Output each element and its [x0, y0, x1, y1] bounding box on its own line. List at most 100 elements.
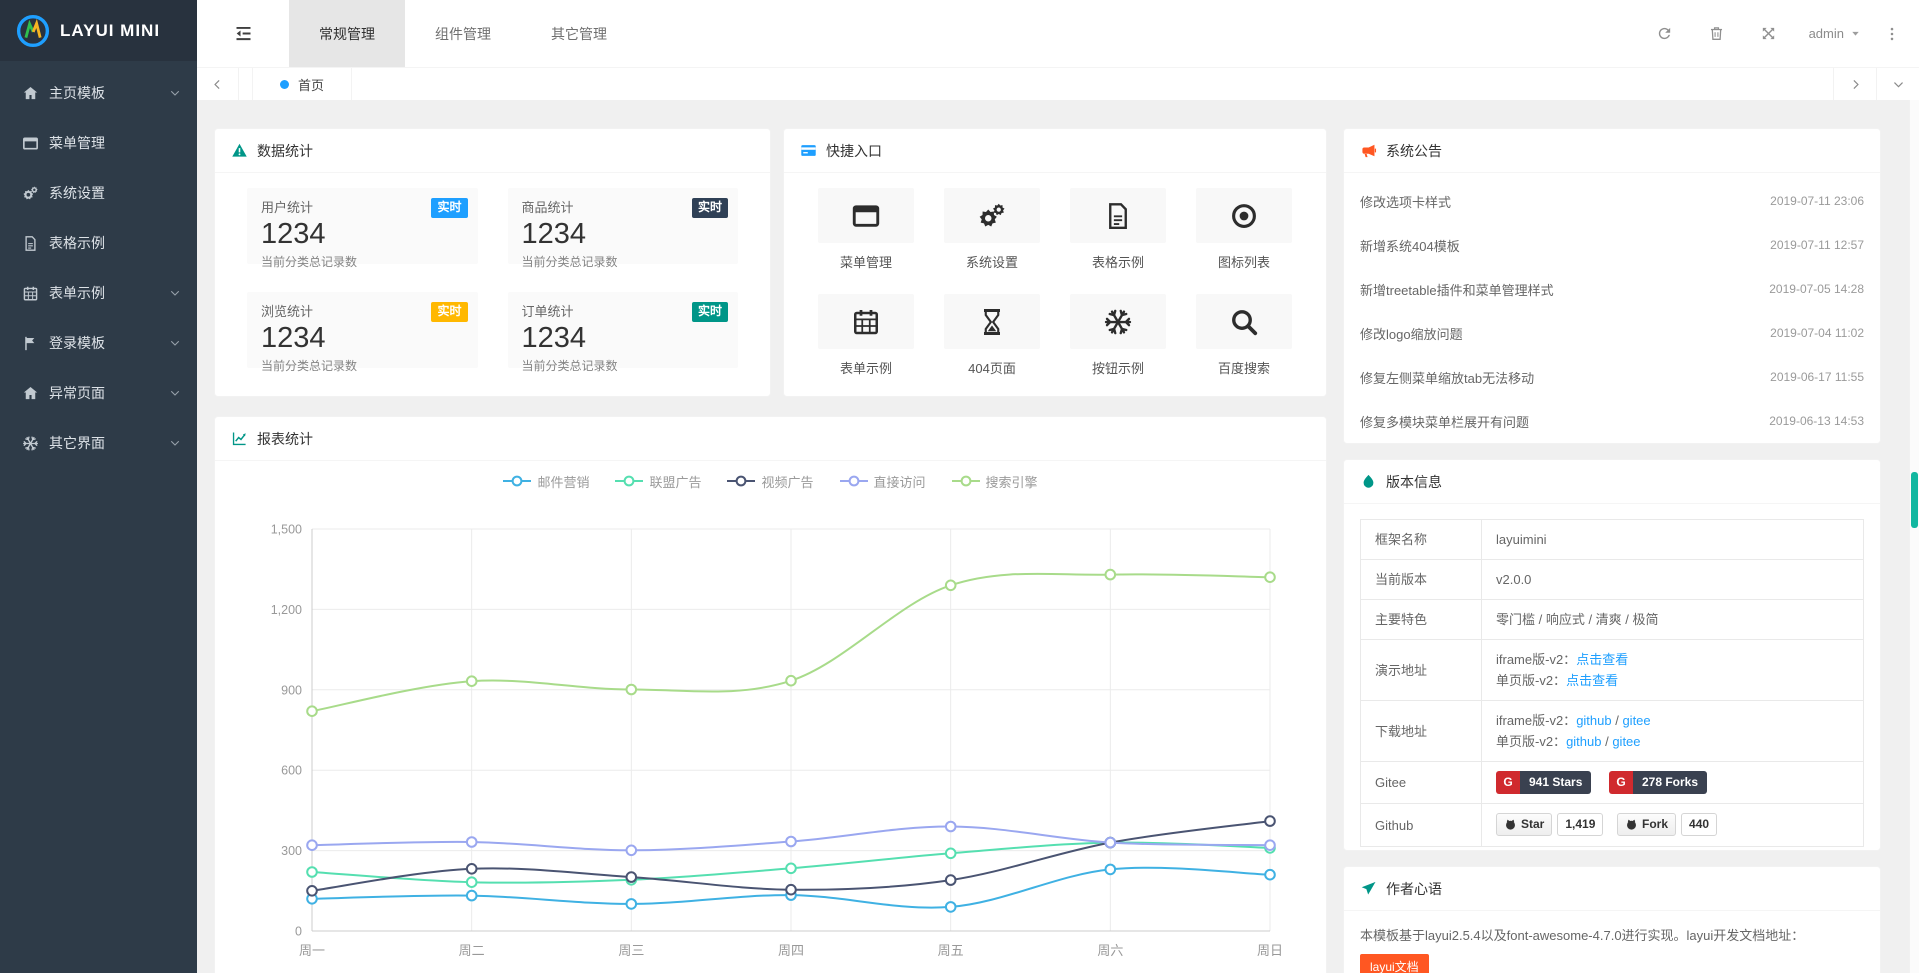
- svg-text:周六: 周六: [1097, 943, 1123, 958]
- tab-scroll-left-button[interactable]: [197, 68, 239, 100]
- quick-entry-form-demo[interactable]: 表单示例: [818, 294, 914, 377]
- legend-item[interactable]: 直接访问: [840, 472, 926, 491]
- stat-value: 1234: [261, 321, 464, 356]
- quick-entry-tile: [944, 188, 1040, 243]
- gears-icon: [22, 185, 39, 202]
- card-title: 快捷入口: [826, 141, 882, 161]
- dl-spa-github-link[interactable]: github: [1566, 734, 1601, 749]
- notice-title: 新增系统404模板: [1360, 236, 1460, 255]
- quick-entry-table-demo[interactable]: 表格示例: [1070, 188, 1166, 271]
- sidebar-item-menu-manage[interactable]: 菜单管理: [0, 118, 197, 168]
- sidebar-item-login-template[interactable]: 登录模板: [0, 318, 197, 368]
- quick-entry-tile: [1196, 294, 1292, 349]
- notice-item[interactable]: 新增系统404模板2019-07-11 12:57: [1360, 223, 1864, 267]
- top-tab-general[interactable]: 常规管理: [289, 0, 405, 67]
- download-links: iframe版-v2：github / gitee 单页版-v2：github …: [1482, 701, 1864, 762]
- legend-item[interactable]: 联盟广告: [615, 472, 701, 491]
- sidebar-item-error-page[interactable]: 异常页面: [0, 368, 197, 418]
- quick-entry-button-demo[interactable]: 按钮示例: [1070, 294, 1166, 377]
- dl-line1-prefix: iframe版-v2：: [1496, 713, 1576, 728]
- user-menu[interactable]: admin: [1795, 26, 1875, 41]
- logo[interactable]: LAYUI MINI: [0, 0, 197, 61]
- legend-item[interactable]: 邮件营销: [503, 472, 589, 491]
- demo-line1-prefix: iframe版-v2：: [1496, 652, 1576, 667]
- sidebar-item-home-template[interactable]: 主页模板: [0, 68, 197, 118]
- quick-entry-icon-list[interactable]: 图标列表: [1196, 188, 1292, 271]
- gitee-stars-badge[interactable]: G941 Stars: [1496, 771, 1591, 794]
- calendar-icon: [22, 285, 39, 302]
- notice-title: 修改logo缩放问题: [1360, 324, 1463, 343]
- legend-item[interactable]: 搜索引擎: [952, 472, 1038, 491]
- trash-button[interactable]: [1691, 25, 1743, 42]
- notice-date: 2019-06-13 14:53: [1769, 414, 1864, 428]
- card-header: 作者心语: [1344, 867, 1880, 911]
- quick-entry-menu-manage[interactable]: 菜单管理: [818, 188, 914, 271]
- sidebar-item-other-ui[interactable]: 其它界面: [0, 418, 197, 468]
- sidebar-toggle-button[interactable]: [197, 0, 289, 67]
- dl-spa-gitee-link[interactable]: gitee: [1612, 734, 1640, 749]
- row-label: Gitee: [1361, 762, 1482, 804]
- tab-home[interactable]: 首页: [252, 68, 352, 100]
- sidebar-item-table-demo[interactable]: 表格示例: [0, 218, 197, 268]
- quick-entry-system-setting[interactable]: 系统设置: [944, 188, 1040, 271]
- gitee-forks-badge[interactable]: G278 Forks: [1609, 771, 1707, 794]
- search-icon: [1229, 307, 1259, 337]
- page-tabbar: 首页: [197, 68, 1919, 101]
- notice-title: 修复左侧菜单缩放tab无法移动: [1360, 368, 1534, 387]
- quick-entry-baidu-search[interactable]: 百度搜索: [1196, 294, 1292, 377]
- top-tab-other[interactable]: 其它管理: [521, 0, 637, 67]
- tab-scroll-right-button[interactable]: [1833, 68, 1876, 100]
- tab-operations-dropdown[interactable]: [1876, 68, 1919, 100]
- top-tab-component[interactable]: 组件管理: [405, 0, 521, 67]
- stat-box-goods: 商品统计1234当前分类总记录数实时: [508, 188, 739, 264]
- quick-entry-label: 百度搜索: [1196, 358, 1292, 377]
- leaf-icon: [1360, 473, 1377, 490]
- dl-iframe-github-link[interactable]: github: [1576, 713, 1611, 728]
- report-chart: 周一周二周三周四周五周六周日03006009001,2001,500: [230, 496, 1311, 973]
- github-fork-widget[interactable]: Fork 440: [1617, 813, 1717, 836]
- legend-label: 搜索引擎: [986, 472, 1038, 491]
- more-actions-button[interactable]: [1875, 26, 1909, 42]
- stat-value: 1234: [261, 217, 464, 252]
- demo-spa-link[interactable]: 点击查看: [1566, 673, 1618, 688]
- sidebar-item-system-setting[interactable]: 系统设置: [0, 168, 197, 218]
- legend-item[interactable]: 视频广告: [727, 472, 813, 491]
- refresh-button[interactable]: [1639, 25, 1691, 42]
- chevron-down-icon: [169, 387, 181, 399]
- quick-entry-tile: [1070, 294, 1166, 349]
- flag-icon: [22, 335, 39, 352]
- demo-iframe-link[interactable]: 点击查看: [1576, 652, 1628, 667]
- chevron-right-icon: [1849, 78, 1862, 91]
- card-quick-entry: 快捷入口 菜单管理系统设置表格示例图标列表表单示例 404页面按钮示例百度搜索: [783, 128, 1327, 397]
- stat-desc: 当前分类总记录数: [261, 253, 464, 270]
- main-content: 数据统计 用户统计1234当前分类总记录数实时商品统计1234当前分类总记录数实…: [197, 100, 1919, 973]
- notice-item[interactable]: 修复多模块菜单栏展开有问题2019-06-13 14:53: [1360, 399, 1864, 443]
- notice-item[interactable]: 新增treetable插件和菜单管理样式2019-07-05 14:28: [1360, 267, 1864, 311]
- stat-box-order: 订单统计1234当前分类总记录数实时: [508, 292, 739, 368]
- expand-button[interactable]: [1743, 25, 1795, 42]
- layui-doc-button[interactable]: layui文档: [1360, 954, 1429, 973]
- sidebar: LAYUI MINI 主页模板菜单管理系统设置表格示例表单示例登录模板异常页面其…: [0, 0, 197, 973]
- scrollbar-thumb[interactable]: [1911, 472, 1918, 528]
- realtime-badge: 实时: [692, 302, 728, 322]
- notice-item[interactable]: 修改logo缩放问题2019-07-04 11:02: [1360, 311, 1864, 355]
- sidebar-item-form-demo[interactable]: 表单示例: [0, 268, 197, 318]
- scrollbar-track[interactable]: [1909, 100, 1919, 973]
- gitee-logo-icon: G: [1496, 771, 1520, 794]
- quick-entry-page-404[interactable]: 404页面: [944, 294, 1040, 377]
- warning-icon: [231, 142, 248, 159]
- github-octocat-icon: [1504, 818, 1517, 831]
- current-version: v2.0.0: [1482, 560, 1864, 600]
- dl-iframe-gitee-link[interactable]: gitee: [1622, 713, 1650, 728]
- legend-marker-icon: [615, 475, 643, 487]
- table-row: 当前版本 v2.0.0: [1361, 560, 1864, 600]
- card-header: 数据统计: [215, 129, 770, 173]
- logo-text: LAYUI MINI: [60, 21, 160, 41]
- notice-item[interactable]: 修改选项卡样式2019-07-11 23:06: [1360, 179, 1864, 223]
- gitee-logo-icon: G: [1609, 771, 1633, 794]
- sidebar-item-label: 菜单管理: [49, 133, 105, 153]
- github-star-widget[interactable]: Star 1,419: [1496, 813, 1603, 836]
- notice-item[interactable]: 修复左侧菜单缩放tab无法移动2019-06-17 11:55: [1360, 355, 1864, 399]
- gears-icon: [977, 201, 1007, 231]
- refresh-icon: [1656, 25, 1673, 42]
